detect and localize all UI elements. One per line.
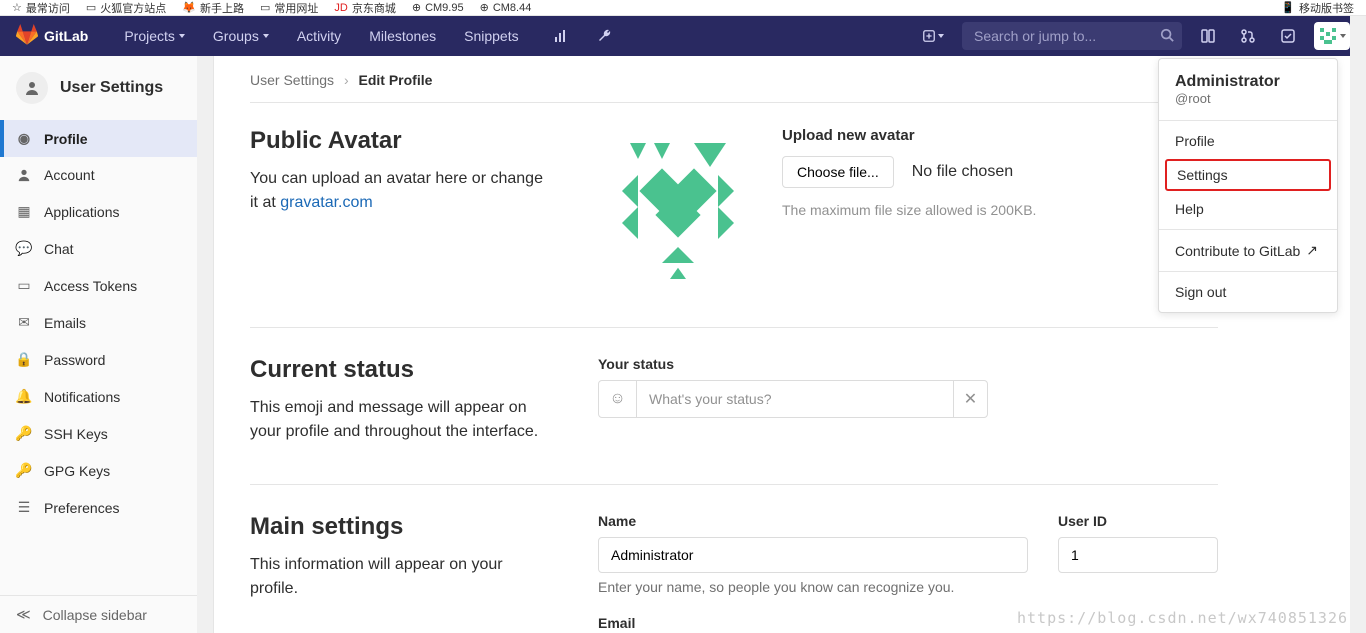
nav-activity[interactable]: Activity (285, 20, 353, 52)
user-menu-dropdown: Administrator @root Profile Settings Hel… (1158, 58, 1338, 313)
breadcrumb-root[interactable]: User Settings (250, 72, 334, 88)
status-label: Your status (598, 356, 1218, 372)
bookmark-item[interactable]: 🦊 新手上路 (182, 0, 244, 16)
bell-icon: 🔔 (16, 388, 32, 405)
sidebar-item-applications[interactable]: ▦Applications (0, 193, 213, 230)
nav-groups[interactable]: Groups (201, 20, 281, 52)
bookmark-item[interactable]: ☆ 最常访问 (12, 0, 70, 16)
breadcrumb: User Settings › Edit Profile (250, 72, 1218, 88)
bookmark-item[interactable]: ⊕ CM9.95 (412, 0, 464, 16)
emoji-picker-button[interactable]: ☺ (599, 381, 637, 417)
sidebar-item-access-tokens[interactable]: ▭Access Tokens (0, 267, 213, 304)
todos-icon[interactable] (1274, 22, 1302, 50)
sidebar-item-chat[interactable]: 💬Chat (0, 230, 213, 267)
issues-icon[interactable] (1194, 22, 1222, 50)
avatar-identicon (1318, 26, 1338, 46)
bookmark-item[interactable]: JD 京东商城 (334, 0, 395, 16)
section-desc: This information will appear on your pro… (250, 553, 550, 601)
external-link-icon: ↗ (1306, 242, 1318, 259)
key-icon: 🔑 (16, 462, 32, 479)
gravatar-link[interactable]: gravatar.com (280, 194, 372, 211)
email-label: Email (598, 615, 1218, 631)
section-public-avatar: Public Avatar You can upload an avatar h… (250, 127, 1218, 328)
gitlab-logo-text: GitLab (44, 28, 88, 44)
clear-status-button[interactable]: ✕ (953, 381, 987, 417)
analytics-icon[interactable] (547, 22, 575, 50)
gitlab-logo[interactable]: GitLab (16, 24, 88, 49)
token-icon: ▭ (16, 277, 32, 294)
sidebar-title[interactable]: User Settings (0, 56, 213, 120)
section-title: Current status (250, 356, 550, 384)
file-chosen-label: No file chosen (912, 163, 1013, 181)
name-label: Name (598, 513, 1028, 529)
breadcrumb-current: Edit Profile (359, 72, 433, 88)
bookmark-item[interactable]: ▭ 常用网址 (260, 0, 318, 16)
mobile-bookmark-link[interactable]: 📱 移动版书签 (1281, 0, 1354, 16)
section-main-settings: Main settings This information will appe… (250, 513, 1218, 633)
chevron-left-icon: ≪ (16, 606, 31, 623)
section-current-status: Current status This emoji and message wi… (250, 356, 1218, 485)
sidebar: User Settings ◉Profile Account ▦Applicat… (0, 56, 214, 633)
name-help: Enter your name, so people you know can … (598, 579, 1028, 595)
chat-icon: 💬 (16, 240, 32, 257)
page-scrollbar[interactable] (1350, 16, 1366, 633)
status-input[interactable] (637, 381, 953, 417)
browser-bookmark-bar: ☆ 最常访问 ▭ 火狐官方站点 🦊 新手上路 ▭ 常用网址 JD 京东商城 ⊕ … (0, 0, 1366, 16)
top-navbar: GitLab Projects Groups Activity Mileston… (0, 16, 1366, 56)
collapse-sidebar-button[interactable]: ≪ Collapse sidebar (0, 595, 213, 633)
bookmark-item[interactable]: ▭ 火狐官方站点 (86, 0, 166, 16)
search-icon (1160, 28, 1174, 45)
lock-icon: 🔒 (16, 351, 32, 368)
sidebar-item-gpg-keys[interactable]: 🔑GPG Keys (0, 452, 213, 489)
user-avatar-dropdown[interactable] (1314, 22, 1350, 50)
choose-file-button[interactable]: Choose file... (782, 156, 894, 188)
section-desc: This emoji and message will appear on yo… (250, 396, 550, 444)
bookmark-item[interactable]: ⊕ CM8.44 (480, 0, 532, 16)
section-title: Public Avatar (250, 127, 550, 155)
user-menu-header: Administrator @root (1159, 63, 1337, 116)
gitlab-logo-icon (16, 24, 38, 49)
menu-item-settings[interactable]: Settings (1165, 159, 1331, 191)
prefs-icon: ☰ (16, 499, 32, 516)
section-title: Main settings (250, 513, 550, 541)
sidebar-item-ssh-keys[interactable]: 🔑SSH Keys (0, 415, 213, 452)
sidebar-item-account[interactable]: Account (0, 157, 213, 193)
userid-input[interactable] (1058, 537, 1218, 573)
new-dropdown[interactable] (916, 25, 950, 47)
userid-label: User ID (1058, 513, 1218, 529)
menu-item-help[interactable]: Help (1159, 193, 1337, 225)
account-icon (16, 168, 32, 182)
search-input[interactable] (962, 22, 1182, 50)
name-input[interactable] (598, 537, 1028, 573)
menu-item-profile[interactable]: Profile (1159, 125, 1337, 157)
apps-icon: ▦ (16, 203, 32, 220)
sidebar-item-emails[interactable]: ✉Emails (0, 304, 213, 341)
nav-projects[interactable]: Projects (112, 20, 197, 52)
merge-request-icon[interactable] (1234, 22, 1262, 50)
key-icon: 🔑 (16, 425, 32, 442)
profile-icon: ◉ (16, 130, 32, 147)
chevron-right-icon: › (344, 72, 349, 88)
sidebar-item-password[interactable]: 🔒Password (0, 341, 213, 378)
section-desc: You can upload an avatar here or change … (250, 167, 550, 215)
avatar-identicon-large (598, 127, 758, 287)
wrench-icon[interactable] (591, 22, 619, 50)
sidebar-item-profile[interactable]: ◉Profile (0, 120, 213, 157)
user-icon (16, 72, 48, 104)
nav-milestones[interactable]: Milestones (357, 20, 448, 52)
menu-item-signout[interactable]: Sign out (1159, 276, 1337, 308)
sidebar-item-preferences[interactable]: ☰Preferences (0, 489, 213, 526)
nav-snippets[interactable]: Snippets (452, 20, 530, 52)
file-size-hint: The maximum file size allowed is 200KB. (782, 202, 1036, 218)
menu-item-contribute[interactable]: Contribute to GitLab ↗ (1159, 234, 1337, 267)
sidebar-scrollbar[interactable] (197, 56, 213, 633)
search-box[interactable] (962, 22, 1182, 50)
upload-title: Upload new avatar (782, 127, 1036, 144)
email-icon: ✉ (16, 314, 32, 331)
sidebar-item-notifications[interactable]: 🔔Notifications (0, 378, 213, 415)
